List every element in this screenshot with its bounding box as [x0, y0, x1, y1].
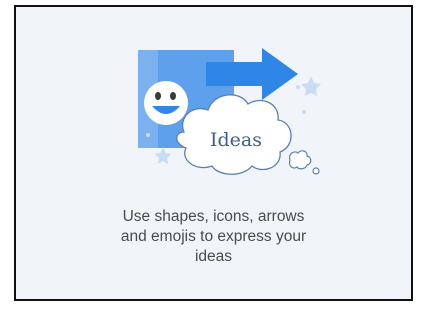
feature-card: Ideas Use shapes, icons, arrows and emoj… — [14, 5, 413, 301]
star-icon — [154, 147, 172, 164]
feature-description: Use shapes, icons, arrows and emojis to … — [36, 207, 391, 267]
caption-line-2: and emojis to express your — [120, 228, 307, 245]
cloud-label: Ideas — [210, 129, 262, 151]
sparkle-dot-icon — [296, 85, 300, 89]
ideas-illustration: Ideas — [126, 40, 336, 180]
sparkle-dot-icon — [302, 110, 306, 114]
caption-line-3: ideas — [194, 248, 233, 265]
star-icon — [301, 76, 321, 96]
smiley-face-icon — [144, 81, 188, 125]
caption-line-1: Use shapes, icons, arrows — [122, 208, 305, 225]
sparkle-dot-icon — [146, 133, 150, 137]
